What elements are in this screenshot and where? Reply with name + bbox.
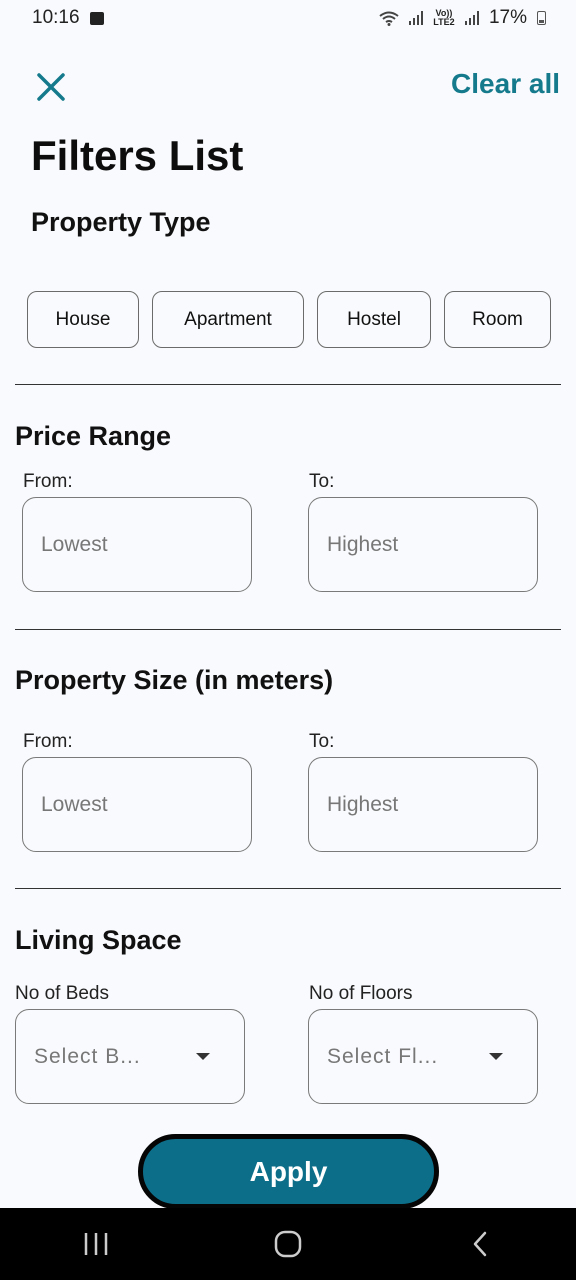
beds-label: No of Beds: [15, 983, 109, 1004]
size-to-label: To:: [309, 731, 335, 752]
page-title: Filters List: [31, 132, 244, 179]
floors-label: No of Floors: [309, 983, 413, 1004]
chip-house[interactable]: House: [27, 291, 139, 348]
living-space-title: Living Space: [15, 925, 182, 955]
property-type-chips: House Apartment Hostel Room: [27, 291, 551, 348]
price-to-input[interactable]: Highest: [308, 497, 538, 592]
home-button[interactable]: [258, 1219, 318, 1269]
price-from-label: From:: [23, 471, 73, 492]
battery-percentage: 17%: [488, 7, 527, 28]
chip-room[interactable]: Room: [444, 291, 551, 348]
back-button[interactable]: [450, 1219, 510, 1269]
dropdown-arrow-icon: [196, 1053, 210, 1060]
status-left: 10:16: [32, 7, 104, 29]
property-size-title: Property Size (in meters): [15, 665, 334, 695]
clear-all-button[interactable]: Clear all: [451, 68, 560, 100]
wifi-icon: [379, 11, 399, 26]
lte-indicator: Vo)) LTE2: [433, 8, 455, 27]
close-button[interactable]: [32, 68, 70, 106]
recent-apps-button[interactable]: [66, 1219, 126, 1269]
divider: [15, 629, 561, 630]
price-from-input[interactable]: Lowest: [22, 497, 252, 592]
close-icon: [37, 73, 65, 101]
gallery-notification-icon: [89, 11, 104, 25]
status-bar: 10:16 Vo)) LTE2 17%: [0, 0, 576, 36]
recent-apps-icon: [84, 1233, 108, 1255]
size-to-input[interactable]: Highest: [308, 757, 538, 852]
chip-apartment[interactable]: Apartment: [152, 291, 304, 348]
property-type-title: Property Type: [31, 207, 211, 237]
beds-select[interactable]: Select B...: [15, 1009, 245, 1104]
price-to-label: To:: [309, 471, 335, 492]
size-from-label: From:: [23, 731, 73, 752]
chip-hostel[interactable]: Hostel: [317, 291, 431, 348]
price-range-title: Price Range: [15, 421, 172, 451]
floors-select-value: Select Fl...: [327, 1044, 439, 1068]
divider: [15, 888, 561, 889]
size-from-input[interactable]: Lowest: [22, 757, 252, 852]
back-icon: [473, 1231, 487, 1257]
divider: [15, 384, 561, 385]
dropdown-arrow-icon: [489, 1053, 503, 1060]
beds-select-value: Select B...: [34, 1044, 141, 1068]
status-right: Vo)) LTE2 17%: [379, 7, 546, 29]
apply-button[interactable]: Apply: [138, 1134, 439, 1209]
system-nav-bar: [0, 1208, 576, 1280]
signal-icon-2: [464, 11, 479, 25]
status-time: 10:16: [32, 7, 80, 28]
floors-select[interactable]: Select Fl...: [308, 1009, 538, 1104]
home-icon: [274, 1230, 302, 1258]
signal-icon: [408, 11, 423, 25]
battery-icon: [537, 11, 546, 25]
